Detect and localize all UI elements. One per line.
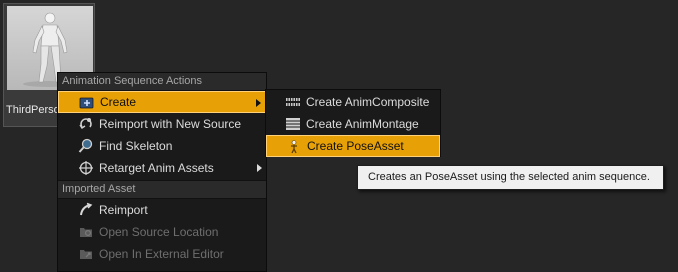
- tooltip: Creates an PoseAsset using the selected …: [357, 165, 664, 190]
- menu-item-label: Reimport with New Source: [99, 117, 242, 131]
- asset-name: ThirdPerson: [6, 104, 62, 116]
- section-header-actions: Animation Sequence Actions: [58, 73, 266, 91]
- menu-item-label: Create AnimMontage: [306, 117, 419, 131]
- menu-item-reimport[interactable]: Reimport: [58, 199, 266, 221]
- create-icon: [79, 95, 95, 111]
- menu-item-label: Open In External Editor: [99, 247, 224, 261]
- menu-item-reimport-new-source[interactable]: Reimport with New Source: [58, 113, 266, 135]
- menu-item-label: Create AnimComposite: [306, 95, 430, 109]
- anim-montage-icon: [285, 116, 301, 132]
- menu-item-label: Create PoseAsset: [307, 139, 404, 153]
- menu-item-find-skeleton[interactable]: Find Skeleton: [58, 135, 266, 157]
- submenu-arrow-icon: [256, 99, 261, 107]
- menu-item-label: Create: [100, 95, 137, 109]
- context-menu: Animation Sequence Actions Create Reimpo…: [57, 72, 267, 272]
- menu-item-open-source-location[interactable]: Open Source Location: [58, 221, 266, 243]
- anim-composite-icon: [285, 94, 301, 110]
- create-submenu: Create AnimComposite Create AnimMontage …: [265, 89, 441, 157]
- menu-item-label: Open Source Location: [99, 225, 219, 239]
- menu-item-open-external-editor[interactable]: Open In External Editor: [58, 243, 266, 265]
- menu-item-label: Reimport: [99, 203, 148, 217]
- menu-item-create-poseasset[interactable]: Create PoseAsset: [266, 135, 440, 157]
- reimport-new-source-icon: [78, 116, 94, 132]
- menu-item-create-animmontage[interactable]: Create AnimMontage: [266, 113, 440, 135]
- open-source-location-icon: [78, 224, 94, 240]
- menu-item-label: Retarget Anim Assets: [99, 161, 214, 175]
- menu-item-retarget-anim-assets[interactable]: Retarget Anim Assets: [58, 157, 266, 179]
- reimport-icon: [78, 202, 94, 218]
- submenu-arrow-icon: [257, 164, 262, 172]
- retarget-icon: [78, 160, 94, 176]
- pose-asset-icon: [286, 139, 302, 155]
- menu-item-label: Find Skeleton: [99, 139, 173, 153]
- menu-item-create-animcomposite[interactable]: Create AnimComposite: [266, 91, 440, 113]
- section-header-imported: Imported Asset: [58, 180, 266, 199]
- open-external-editor-icon: [78, 246, 94, 262]
- menu-item-create[interactable]: Create: [58, 91, 266, 113]
- find-skeleton-icon: [78, 138, 94, 154]
